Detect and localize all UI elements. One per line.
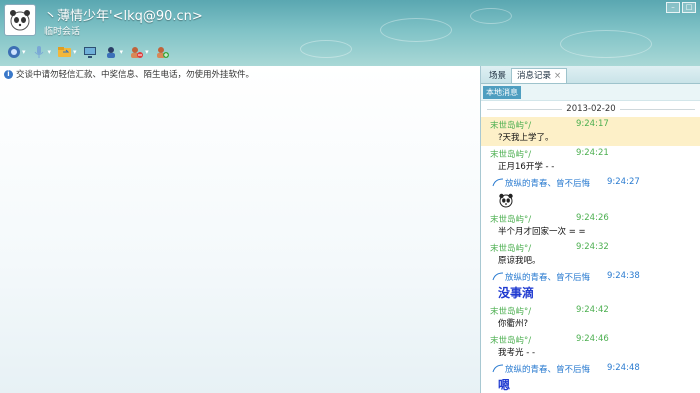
contact-title: 丶薄情少年'<lkq@90.cn>: [44, 9, 203, 24]
chat-area[interactable]: [0, 66, 480, 393]
panel-tabs: 场景 消息记录 ×: [481, 66, 700, 84]
block-user-button[interactable]: ▾: [127, 43, 151, 61]
message-sender: 末世岛屿°/: [490, 215, 532, 225]
chat-toolbar: ▾ ▾ ▾ ▾ ▾: [4, 42, 172, 62]
message-sender: 末世岛屿°/: [490, 336, 532, 346]
panda-face-icon: [499, 193, 513, 208]
panda-avatar-icon: [10, 10, 30, 31]
message-sender: 末世岛屿°/: [490, 244, 532, 254]
message-time: 9:24:38: [607, 271, 640, 281]
message-text: 正月16开学 - -: [498, 162, 555, 172]
remote-desktop-button[interactable]: [81, 43, 100, 61]
message-item: 末世岛屿°/ 9:24:32 原谅我吧。: [481, 240, 700, 269]
window-controls: – □: [666, 2, 696, 13]
message-time: 9:24:48: [607, 363, 640, 373]
user-app-icon: [104, 45, 119, 60]
microphone-icon: [32, 45, 47, 60]
message-time: 9:24:17: [576, 119, 609, 129]
file-transfer-button[interactable]: ▾: [55, 43, 79, 61]
rain-ripple: [380, 18, 452, 42]
message-text: 我考光 - -: [498, 348, 536, 358]
message-item: 放纵的青春、曾不后悔 9:24:48 嗯: [481, 361, 700, 393]
history-subtabs: 本地消息: [481, 84, 700, 101]
message-sender: 放纵的青春、曾不后悔: [505, 179, 591, 189]
tab-local-messages[interactable]: 本地消息: [483, 86, 521, 99]
message-time: 9:24:26: [576, 213, 609, 223]
message-sender: 末世岛屿°/: [490, 150, 532, 160]
tab-message-history[interactable]: 消息记录 ×: [511, 68, 568, 83]
message-time: 9:24:42: [576, 305, 609, 315]
history-panel: 场景 消息记录 × 本地消息 2013-02-20 末世岛屿°/ 9:24:17 ?…: [480, 66, 700, 393]
message-sender: 末世岛屿°/: [490, 121, 532, 131]
chevron-down-icon[interactable]: ▾: [22, 48, 26, 56]
app-button[interactable]: ▾: [102, 43, 126, 61]
chevron-down-icon[interactable]: ▾: [48, 48, 52, 56]
message-text: 没事滴: [498, 286, 535, 300]
reply-arrow-icon: [492, 364, 504, 373]
contact-avatar[interactable]: [4, 4, 36, 36]
message-sender: 放纵的青春、曾不后悔: [505, 273, 591, 283]
tab-message-history-label: 消息记录: [517, 71, 552, 81]
message-item: 末世岛屿°/ 9:24:21 正月16开学 - -: [481, 146, 700, 175]
monitor-icon: [83, 45, 98, 60]
chevron-down-icon[interactable]: ▾: [145, 48, 149, 56]
add-friend-button[interactable]: [153, 43, 172, 61]
reply-arrow-icon: [492, 272, 504, 281]
safety-notice-text: 交谈中请勿轻信汇款、中奖信息、陌生电话，勿使用外挂软件。: [16, 70, 255, 80]
title-banner: 丶薄情少年'<lkq@90.cn> 临时会话 – □ ▾ ▾ ▾ ▾ ▾: [0, 0, 700, 66]
message-item: 放纵的青春、曾不后悔 9:24:38 没事滴: [481, 269, 700, 303]
message-item: 末世岛屿°/ 9:24:46 我考光 - -: [481, 332, 700, 361]
info-icon: i: [4, 69, 13, 79]
folder-icon: [57, 45, 72, 60]
camera-icon: [6, 45, 21, 60]
message-sender: 放纵的青春、曾不后悔: [505, 365, 591, 375]
message-time: 9:24:21: [576, 148, 609, 158]
message-emoticon: [481, 189, 700, 211]
message-item: 末世岛屿°/ 9:24:17 ?天我上学了。: [481, 117, 700, 146]
maximize-button[interactable]: □: [682, 2, 696, 13]
tab-scene[interactable]: 场景: [484, 69, 511, 83]
reply-arrow-icon: [492, 178, 504, 187]
message-time: 9:24:27: [607, 177, 640, 187]
chevron-down-icon[interactable]: ▾: [73, 48, 77, 56]
voice-call-button[interactable]: ▾: [30, 43, 54, 61]
rain-ripple: [560, 30, 652, 58]
message-time: 9:24:46: [576, 334, 609, 344]
message-text: ?天我上学了。: [498, 133, 554, 143]
date-label: 2013-02-20: [562, 104, 620, 114]
message-sender: 末世岛屿°/: [490, 307, 532, 317]
message-time: 9:24:32: [576, 242, 609, 252]
video-call-button[interactable]: ▾: [4, 43, 28, 61]
close-icon[interactable]: ×: [554, 71, 561, 81]
safety-notice: i 交谈中请勿轻信汇款、中奖信息、陌生电话，勿使用外挂软件。: [4, 68, 254, 80]
minimize-button[interactable]: –: [666, 2, 680, 13]
user-add-icon: [155, 45, 170, 60]
session-type: 临时会话: [44, 27, 81, 37]
rain-ripple: [470, 8, 512, 24]
message-item: 末世岛屿°/ 9:24:42 你衢州?: [481, 303, 700, 332]
user-block-icon: [129, 45, 144, 60]
rain-ripple: [300, 40, 352, 58]
message-text: 嗯: [498, 378, 511, 392]
message-text: 你衢州?: [498, 319, 529, 329]
message-item: 放纵的青春、曾不后悔 9:24:27: [481, 175, 700, 211]
message-item: 末世岛屿°/ 9:24:26 半个月才回家一次 = =: [481, 211, 700, 240]
chevron-down-icon[interactable]: ▾: [120, 48, 124, 56]
date-separator: 2013-02-20: [481, 101, 700, 117]
message-text: 原谅我吧。: [498, 256, 541, 266]
message-text: 半个月才回家一次 = =: [498, 227, 586, 237]
